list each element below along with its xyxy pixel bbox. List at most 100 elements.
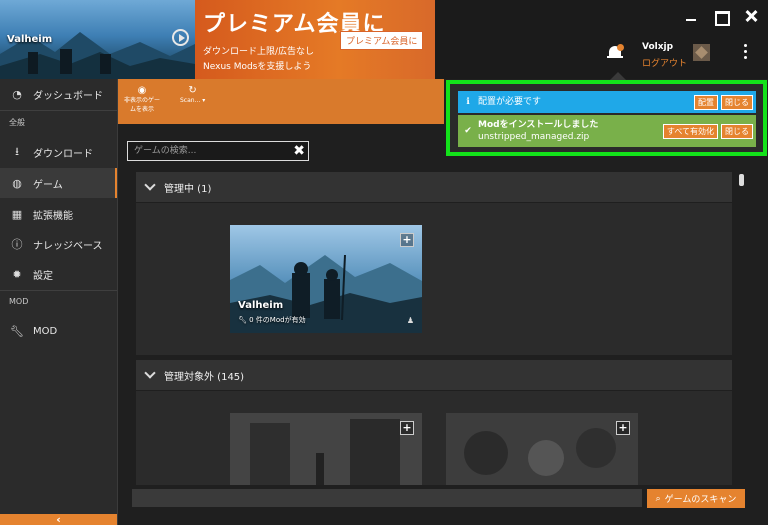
sidebar-section-mod: MOD [9, 297, 29, 306]
sidebar-item-downloads[interactable]: ⭳ ダウンロード [0, 137, 117, 167]
chevron-left-icon: ‹ [56, 513, 61, 525]
sidebar-item-knowledge-base[interactable]: ⓘ ナレッジベース [0, 229, 117, 259]
game-tile-unmanaged[interactable]: + [230, 413, 422, 485]
wrench-icon: 🔧︎ [238, 316, 247, 324]
eye-icon: ◉ [137, 85, 147, 96]
game-banner-art [0, 32, 195, 79]
unmanaged-section-body: + + [136, 391, 732, 485]
scan-label: Scan... [180, 97, 201, 104]
sidebar-section-general: 全般 [9, 118, 25, 127]
notification-badge [617, 44, 624, 51]
collapse-sidebar-button[interactable]: ‹ [0, 513, 117, 525]
unmanaged-section-title: 管理対象外 (145) [164, 371, 245, 383]
enable-all-button[interactable]: すべて有効化 [662, 123, 718, 139]
premium-cta-button[interactable]: プレミアム会員に [340, 31, 424, 50]
active-game-banner[interactable]: Valheim [0, 0, 195, 79]
clear-search-icon[interactable]: ✖ [293, 143, 305, 159]
notifications-popover: ℹ 配置が必要です 配置 閉じる ✔ Modをインストールしました unstri… [446, 80, 767, 156]
add-game-icon[interactable]: + [400, 233, 414, 247]
notification-title: Modをインストールしました [478, 120, 599, 130]
close-icon[interactable] [742, 8, 760, 26]
unmanaged-game-cover-art [446, 413, 638, 485]
info-icon: ⓘ [11, 238, 23, 251]
promo-line-2: Nexus Modsを支援しよう [203, 62, 312, 72]
sidebar-item-label: 拡張機能 [33, 210, 73, 222]
show-hidden-games-label-1: 非表示のゲー [124, 97, 161, 104]
active-game-title: Valheim [7, 34, 53, 45]
dismiss-button[interactable]: 閉じる [721, 123, 753, 139]
avatar[interactable] [693, 44, 710, 61]
notification-detail: unstripped_managed.zip [478, 132, 590, 142]
sidebar-item-label: 設定 [33, 270, 53, 282]
dashboard-icon: ◔ [12, 87, 22, 101]
download-icon: ⭳ [15, 144, 19, 158]
sidebar: ◔ ダッシュボード 全般 ⭳ ダウンロード ◍ ゲーム ▦ 拡張機能 ⓘ ナレッ… [0, 79, 118, 525]
maximize-icon[interactable] [712, 8, 730, 26]
sidebar-item-dashboard[interactable]: ◔ ダッシュボード [0, 79, 117, 109]
show-hidden-games-button[interactable]: ◉ 非表示のゲー ムを表示 [124, 85, 160, 114]
sidebar-item-label: ダウンロード [33, 148, 93, 160]
game-search-input[interactable]: ゲームの検索... ✖ [127, 141, 309, 161]
add-game-icon[interactable]: + [400, 421, 414, 435]
game-tile-mod-count-label: 0 件のModが有効 [249, 316, 306, 324]
managed-section-title: 管理中 (1) [164, 183, 212, 195]
checkmark-icon: ✔ [464, 126, 472, 136]
scan-games-label: ゲームのスキャン [664, 495, 737, 505]
games-toolbar: ◉ 非表示のゲー ムを表示 ↻ Scan... ▾ [118, 79, 444, 124]
settings-icon: ✹ [12, 267, 22, 281]
vortex-app-window: Valheim プレミアム会員に ダウンロード上限/広告なし Nexus Mod… [0, 0, 768, 525]
add-game-icon[interactable]: + [616, 421, 630, 435]
chevron-down-icon [144, 178, 156, 191]
user-icon: ♟ [406, 316, 414, 325]
sidebar-divider [0, 290, 117, 291]
sidebar-item-extensions[interactable]: ▦ 拡張機能 [0, 199, 117, 229]
sidebar-item-mods[interactable]: 🔧︎ MOD [0, 316, 117, 346]
chevron-down-icon: ▾ [202, 97, 206, 104]
managed-section-header[interactable]: 管理中 (1) [136, 172, 732, 202]
sidebar-item-label: ゲーム [33, 179, 63, 191]
dismiss-button[interactable]: 閉じる [721, 94, 753, 110]
bottom-status-bar [132, 489, 642, 507]
games-main-panel: ゲームの検索... ✖ 管理中 (1) + Valheim 🔧︎ 0 件のMod… [118, 124, 768, 525]
game-tile-unmanaged[interactable]: + [446, 413, 638, 485]
notification-mod-installed: ✔ Modをインストールしました unstripped_managed.zip … [458, 115, 756, 147]
notification-body: Modをインストールしました unstripped_managed.zip [478, 119, 663, 143]
premium-promo-banner[interactable]: プレミアム会員に ダウンロード上限/広告なし Nexus Modsを支援しよう … [195, 0, 435, 79]
window-controls [682, 8, 760, 26]
show-hidden-games-label-2: ムを表示 [130, 106, 155, 113]
managed-section-body: + Valheim 🔧︎ 0 件のModが有効 ♟ [136, 203, 732, 355]
sidebar-item-label: MOD [33, 325, 58, 337]
extensions-icon: ▦ [11, 207, 23, 221]
sidebar-item-label: ナレッジベース [33, 240, 103, 252]
more-menu-icon[interactable] [744, 44, 748, 61]
notification-popover-caret [610, 72, 626, 80]
logout-link[interactable]: ログアウト [642, 56, 687, 69]
username: Volxjp [642, 42, 674, 52]
notification-deploy-required: ℹ 配置が必要です 配置 閉じる [458, 91, 756, 113]
search-placeholder: ゲームの検索... [134, 146, 197, 156]
notification-bell-icon[interactable] [607, 44, 624, 61]
game-tile-valheim[interactable]: + Valheim 🔧︎ 0 件のModが有効 ♟ [230, 225, 422, 333]
game-tile-mod-count: 🔧︎ 0 件のModが有効 [238, 315, 306, 325]
play-icon[interactable] [172, 29, 189, 46]
scan-games-button[interactable]: ⌕ ゲームのスキャン [647, 489, 745, 508]
header-bar: Valheim プレミアム会員に ダウンロード上限/広告なし Nexus Mod… [0, 0, 768, 79]
info-icon: ℹ [466, 97, 470, 107]
refresh-icon: ↻ [188, 85, 197, 96]
gamepad-icon: ◍ [12, 176, 22, 190]
scrollbar-thumb[interactable] [739, 174, 744, 186]
game-tile-name: Valheim [238, 300, 284, 311]
search-icon: ⌕ [655, 493, 661, 504]
unmanaged-section-header[interactable]: 管理対象外 (145) [136, 360, 732, 390]
deploy-button[interactable]: 配置 [694, 94, 718, 110]
wrench-icon: 🔧︎ [10, 324, 24, 338]
scan-dropdown-button[interactable]: ↻ Scan... ▾ [180, 85, 205, 105]
sidebar-item-label: ダッシュボード [33, 90, 103, 102]
unmanaged-game-cover-art [230, 413, 422, 485]
minimize-icon[interactable] [682, 8, 700, 26]
promo-line-1: ダウンロード上限/広告なし [203, 47, 315, 57]
notification-text: 配置が必要です [478, 97, 542, 107]
chevron-down-icon [144, 366, 156, 379]
sidebar-item-games[interactable]: ◍ ゲーム [0, 168, 117, 198]
sidebar-item-settings[interactable]: ✹ 設定 [0, 259, 117, 289]
